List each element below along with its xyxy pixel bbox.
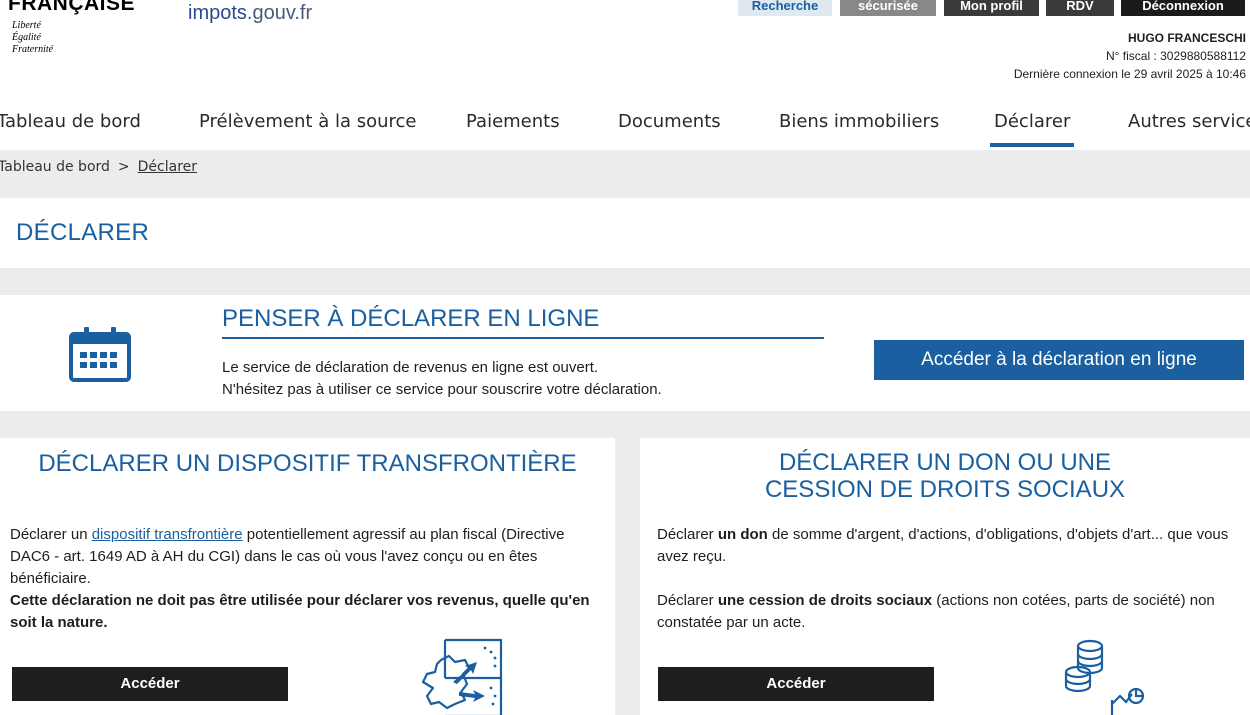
devise: Liberté Égalité Fraternité	[12, 20, 53, 56]
nav-item-autres-services[interactable]: Autres services	[1128, 111, 1250, 132]
rdv-button[interactable]: RDV	[1046, 0, 1114, 16]
banner-text-line-2: N'hésitez pas à utiliser ce service pour…	[222, 381, 662, 398]
devise-liberte: Liberté	[12, 20, 41, 31]
recherche-button[interactable]: Recherche	[738, 0, 832, 16]
nav-item-documents[interactable]: Documents	[618, 111, 721, 132]
messagerie-securisee-button[interactable]: sécurisée	[840, 0, 936, 16]
last-login: Dernière connexion le 29 avril 2025 à 10…	[1013, 67, 1246, 81]
breadcrumb-current[interactable]: Déclarer	[138, 159, 197, 175]
nav-item-biens-immobiliers[interactable]: Biens immobiliers	[779, 111, 939, 132]
logo-main: impots	[188, 2, 247, 24]
online-declaration-banner: PENSER À DÉCLARER EN LIGNE Le service de…	[0, 295, 1250, 411]
user-name: HUGO FRANCESCHI	[1127, 31, 1246, 45]
site-header: FRANÇAISE Liberté Égalité Fraternité imp…	[0, 0, 1250, 100]
coins-chart-icon	[1064, 639, 1145, 715]
card-don-title: DÉCLARER UN DON OU UNE CESSION DE DROITS…	[640, 449, 1250, 503]
card-don-p2-bold: une cession de droits sociaux	[717, 592, 933, 609]
card-don-title-line-2: CESSION DE DROITS SOCIAUX	[764, 476, 1126, 503]
card-don-text: Déclarer un don de somme d'argent, d'act…	[657, 524, 1242, 634]
breadcrumb-separator: >	[117, 159, 130, 175]
card-dac6-title: DÉCLARER UN DISPOSITIF TRANSFRONTIÈRE	[38, 450, 577, 477]
calendar-icon	[69, 327, 131, 382]
card-dac6-text-prefix: Déclarer un	[10, 526, 92, 543]
card-don-paragraph-2: Déclarer une cession de droits sociaux (…	[657, 590, 1242, 634]
card-dispositif-transfrontiere: DÉCLARER UN DISPOSITIF TRANSFRONTIÈRE Dé…	[0, 438, 615, 715]
deconnexion-button[interactable]: Déconnexion	[1121, 0, 1245, 16]
card-don-p1-prefix: Déclarer	[657, 526, 718, 543]
fiscal-number: N° fiscal : 3029880588112	[1105, 49, 1246, 63]
republique-francaise-label: FRANÇAISE	[8, 0, 136, 15]
dispositif-transfrontiere-link[interactable]: dispositif transfrontière	[92, 526, 243, 543]
impots-gouv-logo[interactable]: impots.gouv.fr	[188, 2, 312, 25]
mon-profil-button[interactable]: Mon profil	[944, 0, 1039, 16]
card-dac6-paragraph: Déclarer un dispositif transfrontière po…	[10, 524, 600, 590]
card-don-cession: DÉCLARER UN DON OU UNE CESSION DE DROITS…	[640, 438, 1250, 715]
breadcrumb-home[interactable]: Tableau de bord	[0, 159, 110, 175]
devise-fraternite: Fraternité	[12, 44, 54, 55]
breadcrumb: Tableau de bord > Déclarer	[0, 159, 197, 175]
nav-item-prelevement[interactable]: Prélèvement à la source	[199, 111, 417, 132]
main-nav: Tableau de bord Prélèvement à la source …	[0, 100, 1250, 150]
card-don-acceder-button[interactable]: Accéder	[658, 667, 934, 701]
card-don-paragraph-1: Déclarer un don de somme d'argent, d'act…	[657, 524, 1242, 568]
page-title: DÉCLARER	[16, 219, 150, 246]
card-don-title-line-1: DÉCLARER UN DON OU UNE	[778, 449, 1112, 476]
cross-border-map-icon	[421, 638, 503, 715]
devise-egalite: Égalité	[12, 32, 41, 43]
nav-item-paiements[interactable]: Paiements	[466, 111, 560, 132]
card-dac6-warning: Cette déclaration ne doit pas être utili…	[10, 592, 590, 631]
banner-text: Le service de déclaration de revenus en …	[222, 357, 662, 401]
banner-divider	[222, 337, 824, 339]
nav-item-declarer[interactable]: Déclarer	[989, 111, 1075, 147]
card-dac6-text: Déclarer un dispositif transfrontière po…	[10, 524, 600, 634]
user-info: HUGO FRANCESCHI N° fiscal : 302988058811…	[1014, 29, 1246, 83]
breadcrumb-bar: Tableau de bord > Déclarer	[0, 150, 1250, 198]
banner-title: PENSER À DÉCLARER EN LIGNE	[222, 305, 600, 332]
card-don-p1-bold: un don	[717, 526, 768, 543]
banner-text-line-1: Le service de déclaration de revenus en …	[222, 359, 599, 376]
acceder-declaration-en-ligne-button[interactable]: Accéder à la déclaration en ligne	[874, 340, 1244, 380]
title-band: DÉCLARER	[0, 198, 1250, 268]
card-don-p2-prefix: Déclarer	[657, 592, 718, 609]
logo-suffix: .gouv.fr	[246, 2, 313, 24]
nav-item-tableau-de-bord[interactable]: Tableau de bord	[0, 111, 141, 132]
card-dac6-acceder-button[interactable]: Accéder	[12, 667, 288, 701]
